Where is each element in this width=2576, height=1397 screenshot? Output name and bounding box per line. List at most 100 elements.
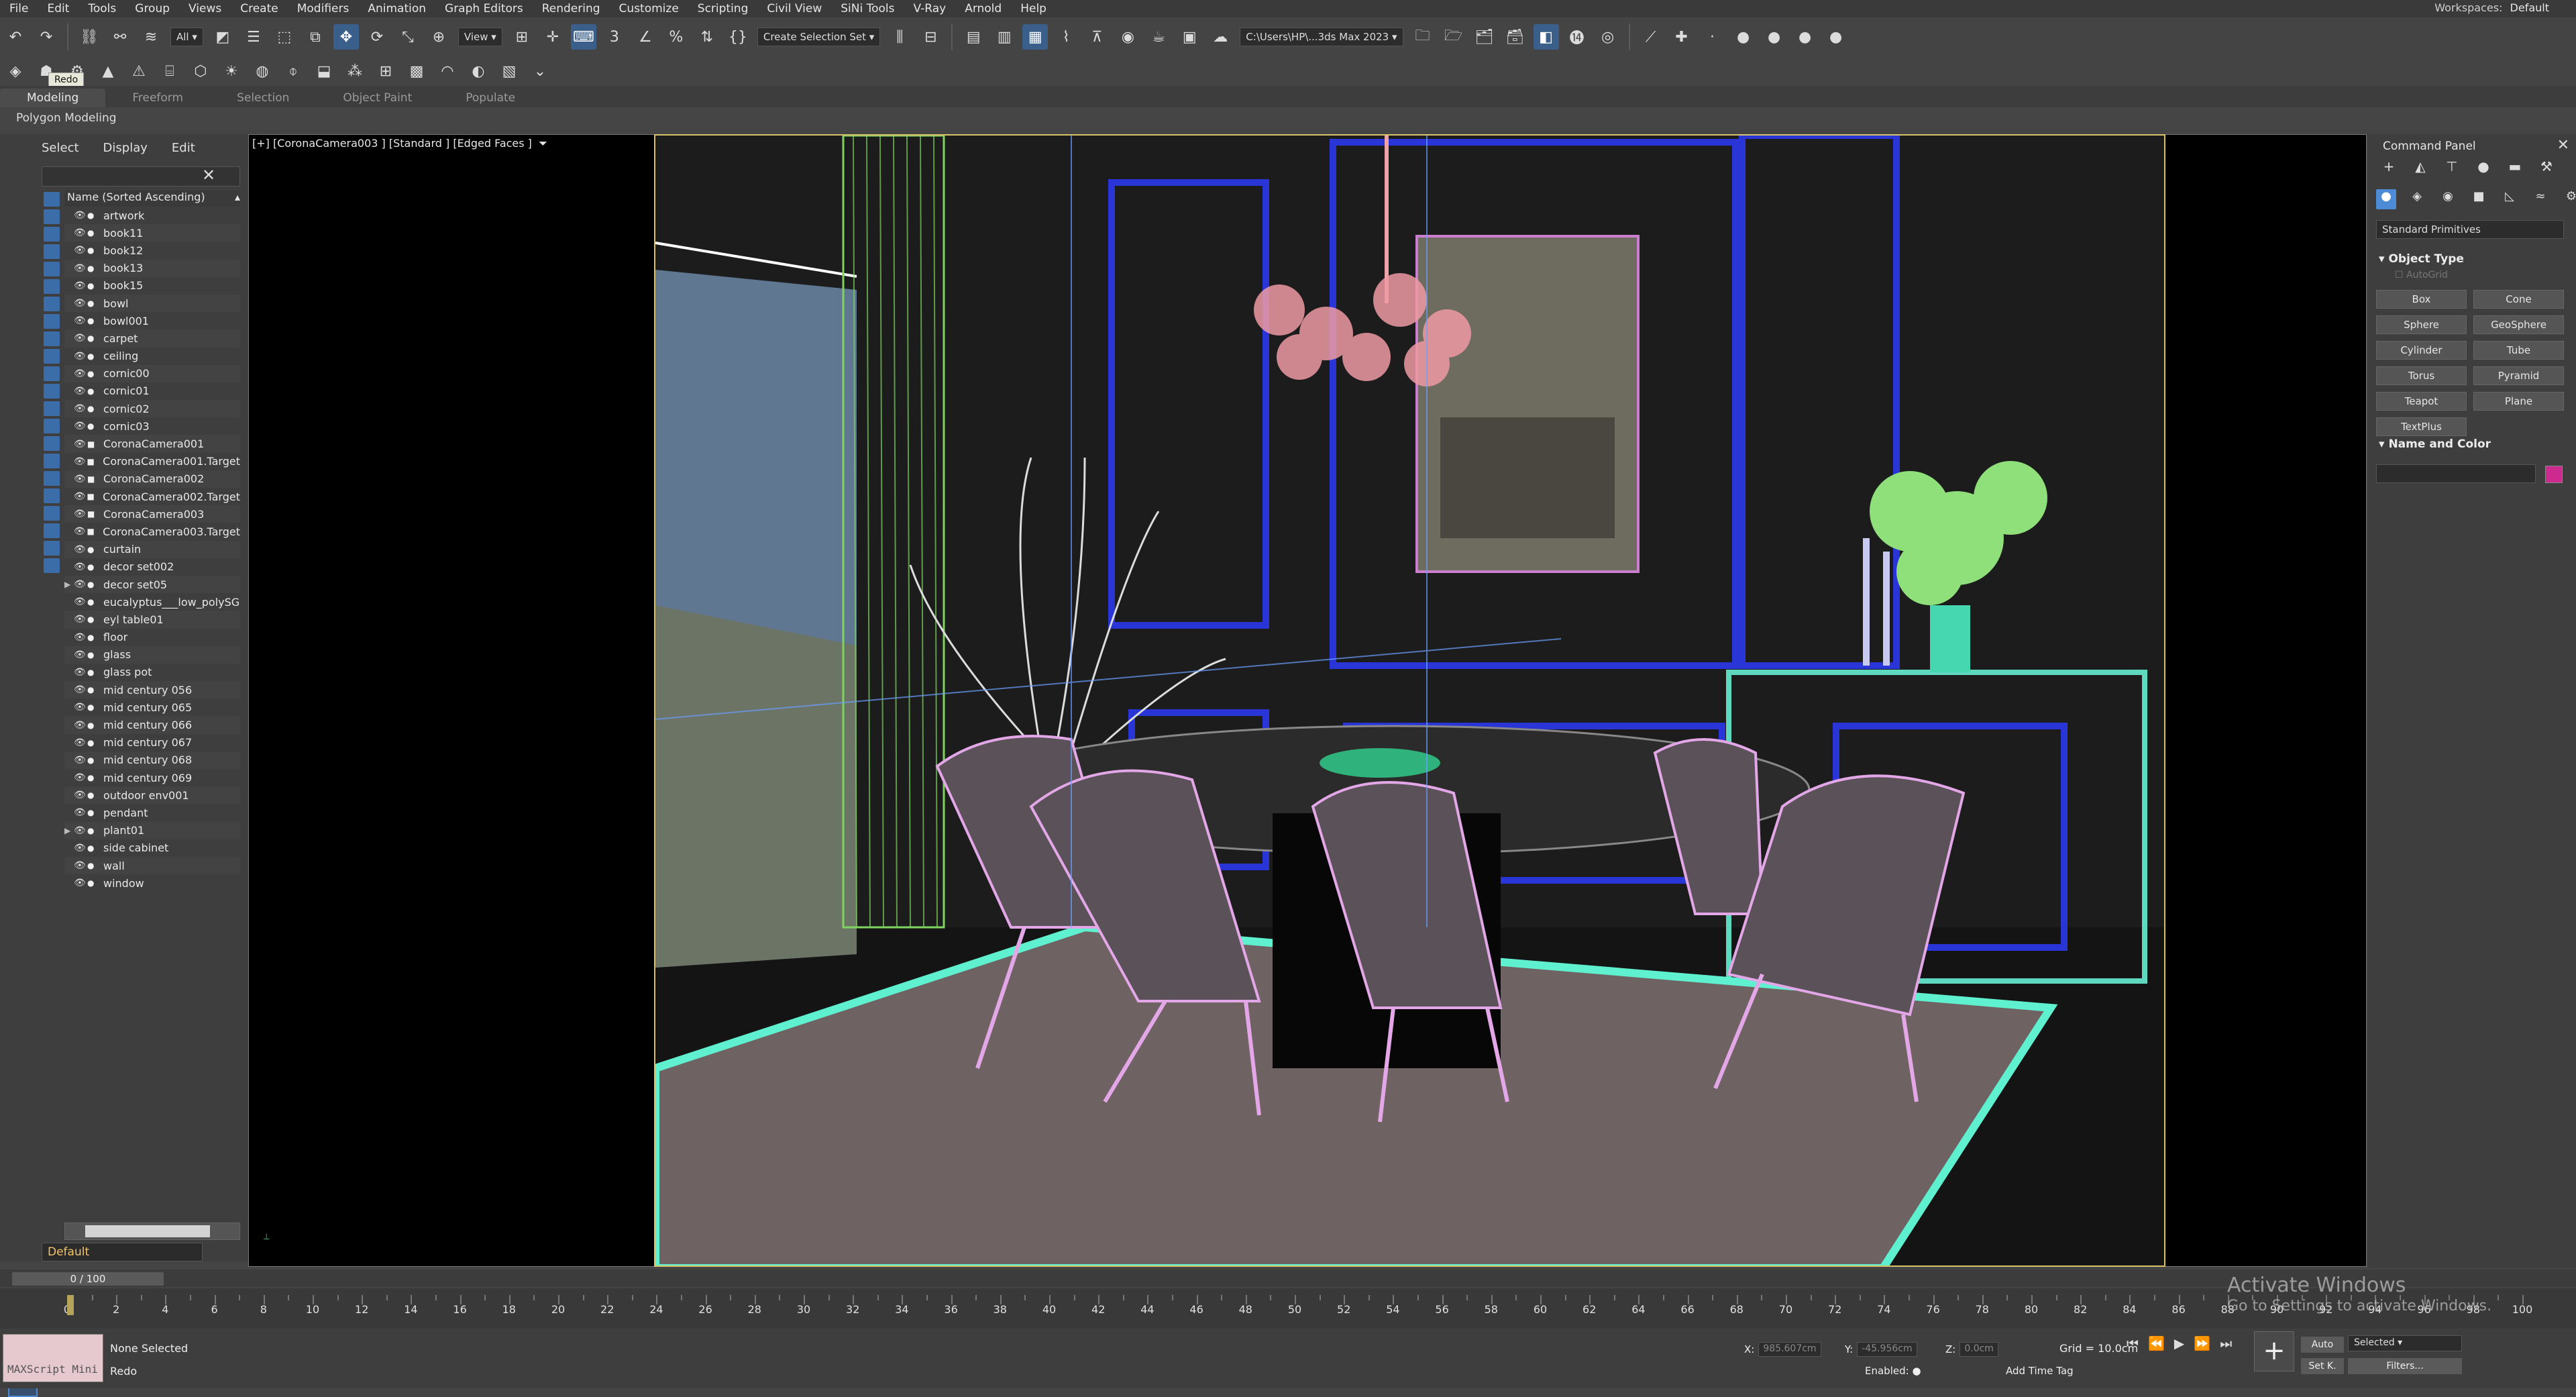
visibility-eye-icon[interactable]: 👁 <box>74 614 87 625</box>
vray-sphere-icon-1[interactable]: ● <box>1731 24 1756 50</box>
menu-create[interactable]: Create <box>231 2 288 15</box>
image-editor-icon[interactable]: ▧ <box>496 58 522 84</box>
project-settings-icon[interactable]: 🗃 <box>1503 24 1528 50</box>
visibility-eye-icon[interactable]: 👁 <box>74 210 87 221</box>
explorer-filter-icon[interactable] <box>44 314 60 329</box>
visibility-eye-icon[interactable]: 👁 <box>74 755 87 766</box>
camera-icon[interactable]: ⌸ <box>157 58 182 84</box>
visibility-eye-icon[interactable]: 👁 <box>74 860 87 871</box>
named-selection-dropdown[interactable]: Create Selection Set ▾ <box>757 28 881 46</box>
vray-tool-icon[interactable]: ⟋ <box>1638 24 1664 50</box>
visibility-eye-icon[interactable]: 👁 <box>74 280 87 291</box>
adaptive-degradation-toggle[interactable]: Enabled: ● <box>1865 1365 1921 1377</box>
list-item[interactable]: ▶ 👁 ● plant01 <box>64 821 240 839</box>
curve-editor-icon[interactable]: ⌇ <box>1053 24 1079 50</box>
close-icon[interactable]: ✕ <box>2557 137 2569 154</box>
list-item[interactable]: 👁 ● glass <box>64 645 240 664</box>
next-frame-icon[interactable]: ⏩ <box>2194 1335 2210 1351</box>
list-item[interactable]: 👁 ■ CoronaCamera003.Target <box>64 523 240 541</box>
list-item[interactable]: 👁 ● bowl001 <box>64 312 240 330</box>
selection-filter-dropdown[interactable]: All ▾ <box>170 28 203 46</box>
list-item[interactable]: 👁 ● mid century 066 <box>64 716 240 734</box>
cylinder-button[interactable]: Cylinder <box>2376 341 2467 360</box>
list-item[interactable]: 👁 ● cornic03 <box>64 417 240 435</box>
list-item[interactable]: 👁 ● wall <box>64 856 240 875</box>
visibility-eye-icon[interactable]: 👁 <box>74 491 87 502</box>
explorer-filter-icon[interactable] <box>44 384 60 399</box>
list-item[interactable]: 👁 ● book13 <box>64 259 240 277</box>
previous-frame-icon[interactable]: ⏪ <box>2148 1335 2165 1351</box>
corona-interactive-icon[interactable]: ⓮ <box>1564 24 1590 50</box>
edit-named-selection-icon[interactable]: {} <box>725 24 751 50</box>
explorer-filter-icon[interactable] <box>44 227 60 242</box>
layer-dropdown[interactable]: Default <box>42 1243 203 1261</box>
visibility-eye-icon[interactable]: 👁 <box>74 456 87 467</box>
list-item[interactable]: 👁 ● mid century 068 <box>64 751 240 769</box>
x-coordinate[interactable]: X: 985.607cm <box>1744 1342 1821 1357</box>
explorer-filter-icon[interactable] <box>44 262 60 276</box>
list-item[interactable]: 👁 ● book11 <box>64 224 240 242</box>
list-item[interactable]: 👁 ● book15 <box>64 276 240 295</box>
menu-group[interactable]: Group <box>125 2 179 15</box>
visibility-eye-icon[interactable]: 👁 <box>74 684 87 695</box>
primitive-category-dropdown[interactable]: Standard Primitives <box>2376 220 2564 239</box>
pivot-center-icon[interactable]: ⊞ <box>509 24 535 50</box>
list-item[interactable]: 👁 ● carpet <box>64 329 240 348</box>
add-time-tag[interactable]: Add Time Tag <box>2006 1365 2074 1377</box>
list-item[interactable]: 👁 ● decor set002 <box>64 558 240 576</box>
y-coordinate[interactable]: Y: -45.956cm <box>1845 1342 1917 1357</box>
object-color-swatch[interactable] <box>2545 466 2563 483</box>
visibility-eye-icon[interactable]: 👁 <box>74 790 87 800</box>
menu-modifiers[interactable]: Modifiers <box>288 2 359 15</box>
visibility-eye-icon[interactable]: 👁 <box>74 720 87 731</box>
z-value[interactable]: 0.0cm <box>1960 1342 1998 1357</box>
motion-tab-icon[interactable]: ● <box>2471 158 2496 180</box>
tab-modeling[interactable]: Modeling <box>0 89 106 107</box>
list-item[interactable]: 👁 ● mid century 056 <box>64 681 240 699</box>
scene-explorer-toggle-icon[interactable]: ▤ <box>961 24 986 50</box>
visibility-eye-icon[interactable]: 👁 <box>74 474 87 484</box>
menu-customize[interactable]: Customize <box>610 2 688 15</box>
list-item[interactable]: 👁 ● outdoor env001 <box>64 786 240 805</box>
cube-icon[interactable]: ⬡ <box>188 58 213 84</box>
expand-chevron-icon[interactable]: ⌄ <box>527 58 553 84</box>
corona-render-icon[interactable]: ◈ <box>3 58 28 84</box>
open-project-icon[interactable]: 🗁 <box>1441 24 1466 50</box>
scrollbar-thumb[interactable] <box>85 1225 210 1237</box>
visibility-eye-icon[interactable]: 👁 <box>74 667 87 678</box>
expand-arrow-icon[interactable]: ▶ <box>64 580 74 589</box>
clear-search-icon[interactable]: ✕ <box>200 166 217 184</box>
unlink-icon[interactable]: ⚯ <box>107 24 133 50</box>
visibility-eye-icon[interactable]: 👁 <box>74 825 87 836</box>
viewport-label[interactable]: [+] [CoronaCamera003 ] [Standard ] [Edge… <box>252 137 547 150</box>
explorer-filter-icon[interactable] <box>44 488 60 503</box>
workspace-value[interactable]: Default <box>2510 1 2549 14</box>
project-path-dropdown[interactable]: C:\Users\HP\...3ds Max 2023 ▾ <box>1240 28 1403 46</box>
visibility-eye-icon[interactable]: 👁 <box>74 421 87 431</box>
percent-snap-icon[interactable]: % <box>663 24 689 50</box>
polygon-modeling-label[interactable]: Polygon Modeling <box>16 111 117 125</box>
explorer-horizontal-scrollbar[interactable] <box>64 1223 240 1240</box>
track-bar[interactable]: 0246810121416182022242628303234363840424… <box>0 1288 2576 1329</box>
torus-button[interactable]: Torus <box>2376 366 2467 385</box>
viewport-label-text[interactable]: [+] [CoronaCamera003 ] [Standard ] [Edge… <box>252 137 532 150</box>
workspace-selector[interactable]: Workspaces: Default <box>2434 1 2549 14</box>
explorer-filter-icon[interactable] <box>44 541 60 556</box>
explorer-menu-edit[interactable]: Edit <box>172 141 195 155</box>
tab-selection[interactable]: Selection <box>210 89 316 107</box>
visibility-eye-icon[interactable]: 👁 <box>74 351 87 362</box>
auto-key-button[interactable]: Auto <box>2301 1337 2344 1353</box>
visibility-eye-icon[interactable]: 👁 <box>74 737 87 748</box>
sphere-light-icon[interactable]: ◍ <box>250 58 275 84</box>
explorer-column-header[interactable]: Name (Sorted Ascending) ▴ <box>64 191 240 207</box>
visibility-eye-icon[interactable]: 👁 <box>74 843 87 853</box>
list-item[interactable]: 👁 ■ CoronaCamera002.Target <box>64 488 240 506</box>
go-to-end-icon[interactable]: ⏭ <box>2220 1335 2232 1351</box>
helpers-icon[interactable]: ◺ <box>2500 189 2520 209</box>
explorer-filter-icon[interactable] <box>44 209 60 224</box>
list-item[interactable]: 👁 ■ CoronaCamera002 <box>64 470 240 488</box>
menu-arnold[interactable]: Arnold <box>955 2 1011 15</box>
sphere-button[interactable]: Sphere <box>2376 315 2467 334</box>
explorer-filter-icon[interactable] <box>44 471 60 486</box>
snaps-toggle-icon[interactable]: 3 <box>602 24 627 50</box>
